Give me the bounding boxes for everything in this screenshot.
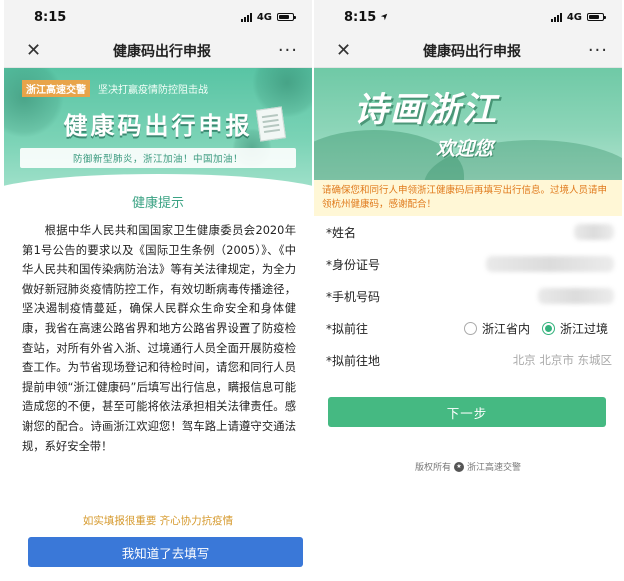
status-time-text: 8:15 [344,9,377,25]
network-type: 4G [566,11,582,23]
region-label: *拟前往地 [326,353,381,368]
destination-row: *拟前往 浙江省内 浙江过境 [326,312,622,344]
name-row[interactable]: *姓名 [326,216,622,248]
banner-tag: 浙江高速交警 [22,80,90,97]
travel-form: *姓名 *身份证号 *手机号码 *拟前往 浙江省内 浙江过境 *拟前往地 北京 … [314,216,622,376]
close-icon[interactable]: ✕ [336,40,360,61]
copyright: 版权所有 ★ 浙江高速交警 [314,460,622,473]
radio-transit-label: 浙江过境 [559,321,608,336]
radio-transit-zhejiang[interactable]: 浙江过境 [541,320,608,337]
phone-label: *手机号码 [326,289,381,304]
phone-field[interactable] [406,288,614,304]
close-icon[interactable]: ✕ [26,40,50,61]
region-row[interactable]: *拟前往地 北京 北京市 东城区 [326,344,622,376]
warning-bar: 请确保您和同行人申领浙江健康码后再填写出行信息。过境人员请申领杭州健康码，感谢配… [314,180,622,216]
status-time: 8:15 [344,10,388,25]
more-icon[interactable]: ··· [274,40,298,61]
name-label: *姓名 [326,225,357,240]
document-icon [255,106,287,142]
next-step-button[interactable]: 下一步 [328,397,606,427]
status-time: 8:15 [34,9,67,25]
network-type: 4G [256,11,272,23]
banner-arch [4,174,312,188]
radio-unchecked-icon[interactable] [463,321,477,335]
radio-checked-icon[interactable] [541,321,555,335]
destination-label: *拟前往 [326,321,369,336]
status-bar: 8:15 4G [4,0,312,34]
phone-screen-left: 8:15 4G ✕ 健康码出行申报 ··· 浙江高速交警 坚决打赢疫情防控阻击战… [4,0,312,581]
banner-title: 诗画浙江 [354,90,498,130]
nav-bar: ✕ 健康码出行申报 ··· [314,34,622,68]
banner: 浙江高速交警 坚决打赢疫情防控阻击战 健康码出行申报 防御新型肺炎，浙江加油！中… [4,68,312,188]
id-value-redacted [486,256,614,272]
notice-heading: 健康提示 [131,196,184,211]
banner: 诗画浙江 欢迎您 [314,68,622,180]
more-icon[interactable]: ··· [584,40,608,61]
banner-subtitle: 欢迎您 [436,138,494,160]
banner-tagline: 浙江高速交警 坚决打赢疫情防控阻击战 [22,80,208,97]
copyright-org: 浙江高速交警 [467,463,522,473]
nav-bar: ✕ 健康码出行申报 ··· [4,34,312,68]
location-arrow-icon [381,13,388,21]
id-field[interactable] [406,256,614,272]
signal-icon [550,12,562,22]
status-indicators: 4G [240,11,296,23]
phone-screen-right: 8:15 4G ✕ 健康码出行申报 ··· 诗画浙江 欢迎您 请确保您和同行人申… [314,0,622,581]
copyright-text: 版权所有 [414,463,451,473]
id-row[interactable]: *身份证号 [326,248,622,280]
status-indicators: 4G [550,11,606,23]
notice-body: 根据中华人民共和国国家卫生健康委员会2020年第1号公告的要求以及《国际卫生条例… [22,224,296,453]
signal-icon [240,12,252,22]
police-badge-icon: ★ [454,461,464,472]
region-picker[interactable]: 北京 北京市 东城区 [406,352,614,368]
battery-icon [277,13,296,21]
destination-radio-group: 浙江省内 浙江过境 [406,320,614,337]
status-bar: 8:15 4G [314,0,622,34]
page-title: 健康码出行申报 [113,43,211,60]
banner-subtitle: 防御新型肺炎，浙江加油！中国加油！ [20,148,296,168]
radio-inside-zhejiang[interactable]: 浙江省内 [463,320,530,337]
name-field[interactable] [406,224,614,240]
banner-slogan: 坚决打赢疫情防控阻击战 [98,85,208,96]
battery-icon [587,13,606,21]
radio-inside-label: 浙江省内 [481,321,530,336]
id-label: *身份证号 [326,257,381,272]
page-title: 健康码出行申报 [423,43,521,60]
phone-row[interactable]: *手机号码 [326,280,622,312]
phone-value-redacted [538,288,614,304]
fill-tip: 如实填报很重要 齐心协力抗疫情 [82,515,234,527]
confirm-button[interactable]: 我知道了去填写 [28,537,303,567]
name-value-redacted [574,224,614,240]
